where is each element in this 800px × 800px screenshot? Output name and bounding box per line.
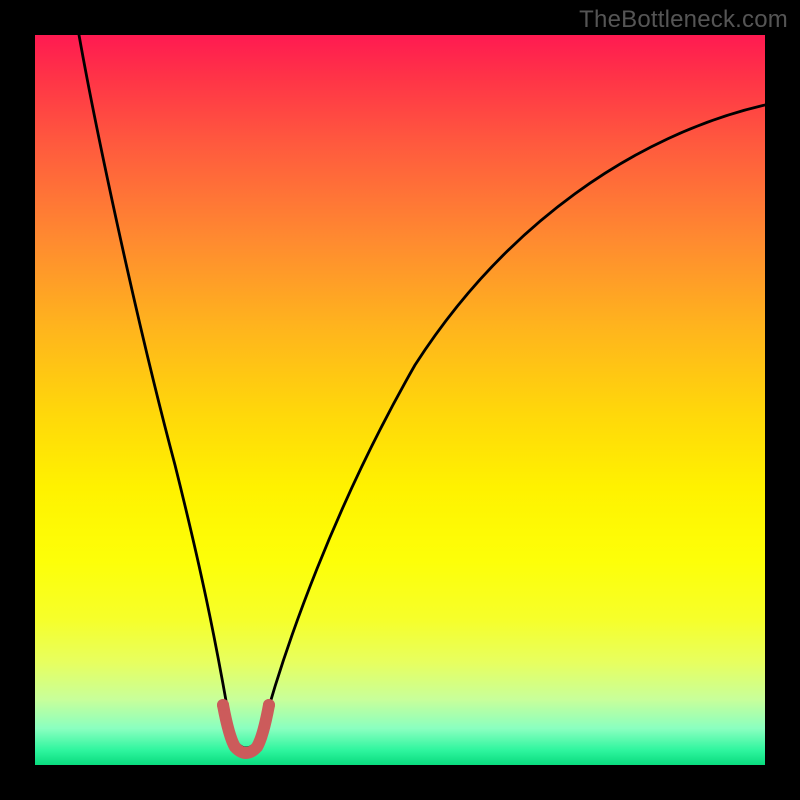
plot-area [35, 35, 765, 765]
curve-layer [35, 35, 765, 765]
curve-right-branch [261, 105, 765, 735]
curve-left-branch [79, 35, 232, 735]
curve-valley-highlight [223, 705, 269, 753]
watermark-text: TheBottleneck.com [579, 6, 788, 34]
chart-frame: TheBottleneck.com [0, 0, 800, 800]
valley-dots [217, 699, 275, 711]
